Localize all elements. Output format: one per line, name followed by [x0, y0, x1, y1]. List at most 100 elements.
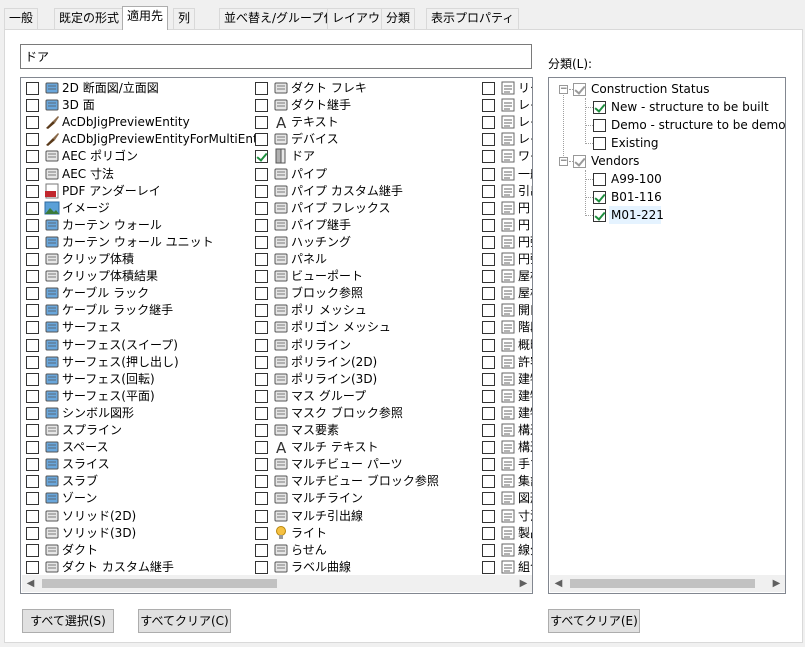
object-type-item[interactable]: マス グループ: [252, 388, 492, 405]
object-type-item[interactable]: ケーブル ラック: [23, 285, 263, 302]
clear-all-classification-button[interactable]: すべてクリア(E): [548, 609, 640, 633]
object-type-checkbox[interactable]: [26, 543, 39, 557]
object-type-item[interactable]: スペース: [23, 439, 263, 456]
object-type-item[interactable]: マスク ブロック参照: [252, 405, 492, 422]
object-type-item[interactable]: AcDbJigPreviewEntity: [23, 114, 263, 131]
object-type-item[interactable]: サーフェス: [23, 319, 263, 336]
object-type-item[interactable]: パイプ カスタム継手: [252, 183, 492, 200]
object-type-item[interactable]: ポリ メッシュ: [252, 302, 492, 319]
scroll-right-icon[interactable]: ▶: [515, 575, 532, 592]
object-type-item[interactable]: サーフェス(平面): [23, 388, 263, 405]
object-type-item[interactable]: ポリゴン メッシュ: [252, 319, 492, 336]
object-type-checkbox[interactable]: [482, 304, 495, 318]
object-type-item[interactable]: 概略: [479, 337, 532, 354]
object-type-checkbox[interactable]: [482, 424, 495, 437]
object-type-checkbox[interactable]: [482, 99, 495, 113]
object-type-checkbox[interactable]: [26, 389, 39, 403]
object-type-checkbox[interactable]: [255, 389, 268, 403]
object-type-checkbox[interactable]: [26, 406, 39, 420]
object-type-checkbox[interactable]: [255, 458, 268, 472]
object-type-item[interactable]: 線分: [479, 542, 532, 559]
tree-checkbox[interactable]: [593, 191, 606, 204]
object-type-checkbox[interactable]: [26, 492, 39, 506]
object-type-checkbox[interactable]: [26, 116, 39, 130]
object-type-checkbox[interactable]: [26, 184, 39, 198]
object-type-item[interactable]: A マルチ テキスト: [252, 439, 492, 457]
object-type-checkbox[interactable]: [482, 321, 495, 335]
object-type-item[interactable]: AcDbJigPreviewEntityForMultiEnts: [23, 131, 264, 148]
tab-display-properties[interactable]: 表示プロパティ: [426, 8, 520, 29]
scroll-left-icon[interactable]: ◀: [22, 575, 39, 592]
object-type-item[interactable]: ポリライン(2D): [252, 354, 492, 371]
object-type-checkbox[interactable]: [255, 116, 268, 130]
object-type-checkbox[interactable]: [26, 235, 39, 249]
object-type-item[interactable]: 組合: [479, 559, 532, 576]
object-type-checkbox[interactable]: [482, 253, 495, 266]
object-type-checkbox[interactable]: [26, 287, 39, 301]
search-input[interactable]: ドア: [20, 44, 532, 69]
object-type-checkbox[interactable]: [26, 424, 39, 437]
object-type-item[interactable]: ラベル曲線: [252, 559, 492, 576]
object-type-checkbox[interactable]: [255, 509, 268, 523]
object-type-checkbox[interactable]: [255, 201, 268, 215]
tree-scroll-left-icon[interactable]: ◀: [550, 575, 567, 592]
object-type-checkbox[interactable]: [482, 338, 495, 352]
object-type-checkbox[interactable]: [255, 372, 268, 386]
object-type-checkbox[interactable]: [255, 270, 268, 284]
object-type-checkbox[interactable]: [255, 133, 268, 147]
object-type-checkbox[interactable]: [482, 287, 495, 301]
object-type-checkbox[interactable]: [482, 458, 495, 472]
object-type-checkbox[interactable]: [26, 82, 39, 95]
object-type-list[interactable]: 2D 断面図/立面図 3D 面 AcDbJigPreviewEntity AcDbJi…: [20, 77, 533, 594]
object-type-item[interactable]: らせん: [252, 542, 492, 559]
object-type-checkbox[interactable]: [255, 424, 268, 437]
object-type-item[interactable]: クリップ体積: [23, 251, 263, 268]
object-type-item[interactable]: ドア: [252, 148, 492, 165]
object-type-checkbox[interactable]: [482, 492, 495, 506]
object-type-checkbox[interactable]: [255, 441, 268, 455]
object-type-item[interactable]: 3D 面: [23, 97, 263, 114]
classification-tree[interactable]: − − Construction Status New - structure t…: [548, 77, 786, 594]
object-type-item[interactable]: 開口: [479, 302, 532, 319]
object-type-item[interactable]: カーテン ウォール ユニット: [23, 234, 263, 251]
object-type-item[interactable]: 構造: [479, 422, 532, 439]
tab-columns[interactable]: 列: [173, 8, 196, 29]
object-type-checkbox[interactable]: [255, 526, 268, 540]
tree-checkbox[interactable]: [573, 155, 586, 168]
object-type-item[interactable]: カーテン ウォール: [23, 217, 263, 234]
object-type-item[interactable]: レイ: [479, 131, 532, 148]
object-type-checkbox[interactable]: [26, 526, 39, 540]
object-type-item[interactable]: イメージ: [23, 200, 263, 217]
tree-checkbox[interactable]: [593, 101, 606, 114]
tree-scroll-right-icon[interactable]: ▶: [768, 575, 785, 592]
object-type-checkbox[interactable]: [26, 321, 39, 335]
tree-checkbox[interactable]: [573, 83, 586, 96]
object-type-item[interactable]: マルチビュー パーツ: [252, 456, 492, 473]
tree-checkbox[interactable]: [593, 209, 606, 222]
object-type-item[interactable]: サーフェス(押し出し): [23, 354, 263, 371]
object-type-item[interactable]: A テキスト: [252, 114, 492, 132]
object-type-item[interactable]: ソリッド(3D): [23, 525, 263, 542]
object-type-item[interactable]: ケーブル ラック継手: [23, 302, 263, 319]
object-type-item[interactable]: レイ: [479, 114, 532, 131]
object-type-item[interactable]: パイプ フレックス: [252, 200, 492, 217]
object-type-item[interactable]: マス要素: [252, 422, 492, 439]
object-type-checkbox[interactable]: [482, 475, 495, 489]
object-type-checkbox[interactable]: [482, 355, 495, 369]
object-type-checkbox[interactable]: [482, 116, 495, 130]
object-type-checkbox[interactable]: [26, 218, 39, 232]
tab-sort-group[interactable]: 並べ替え/グループ化: [219, 8, 341, 29]
object-type-checkbox[interactable]: [255, 475, 268, 489]
object-type-checkbox[interactable]: [482, 509, 495, 523]
object-type-item[interactable]: AEC ポリゴン: [23, 148, 263, 165]
tab-applies-to[interactable]: 適用先: [122, 6, 169, 30]
object-type-checkbox[interactable]: [482, 406, 495, 420]
object-type-item[interactable]: 円: [479, 200, 532, 217]
object-type-item[interactable]: ビューポート: [252, 268, 492, 285]
object-type-item[interactable]: 建物: [479, 405, 532, 422]
object-type-item[interactable]: ポリライン: [252, 337, 492, 354]
object-type-item[interactable]: スライス: [23, 456, 263, 473]
object-type-item[interactable]: 屋根: [479, 268, 532, 285]
object-type-item[interactable]: マルチ引出線: [252, 508, 492, 525]
object-type-item[interactable]: ライト: [252, 525, 492, 542]
